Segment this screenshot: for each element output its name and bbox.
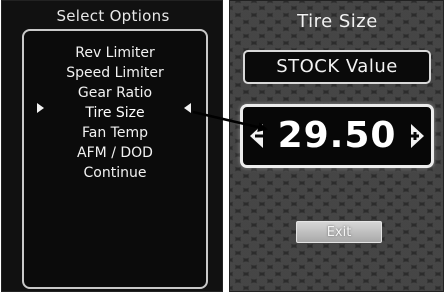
options-list: Rev Limiter Speed Limiter Gear Ratio Tir… (24, 43, 206, 183)
exit-button[interactable]: Exit (296, 221, 382, 243)
left-arrow-minus-icon (250, 124, 263, 148)
menu-item-speed-limiter[interactable]: Speed Limiter (24, 63, 206, 83)
increment-button[interactable] (405, 121, 427, 151)
menu-item-continue[interactable]: Continue (24, 163, 206, 183)
screen-title: Tire Size (297, 11, 378, 32)
menu-item-gear-ratio[interactable]: Gear Ratio (24, 83, 206, 103)
screen-title: Select Options (56, 7, 170, 25)
tire-size-screen: Tire Size STOCK Value 29.50 Exit (229, 0, 444, 292)
selection-pointer-right-icon (37, 103, 44, 113)
right-arrow-plus-icon (411, 124, 424, 148)
select-options-screen: Select Options Rev Limiter Speed Limiter… (1, 0, 223, 292)
stock-value-label: STOCK Value (243, 50, 431, 84)
options-menu: Rev Limiter Speed Limiter Gear Ratio Tir… (22, 29, 208, 289)
menu-item-fan-temp[interactable]: Fan Temp (24, 123, 206, 143)
menu-item-rev-limiter[interactable]: Rev Limiter (24, 43, 206, 63)
tire-size-value-field[interactable]: 29.50 (240, 104, 434, 168)
tire-size-value: 29.50 (277, 115, 397, 156)
decrement-button[interactable] (247, 121, 269, 151)
menu-item-afm-dod[interactable]: AFM / DOD (24, 143, 206, 163)
selection-pointer-left-icon (184, 103, 191, 113)
menu-item-tire-size[interactable]: Tire Size (24, 103, 206, 123)
